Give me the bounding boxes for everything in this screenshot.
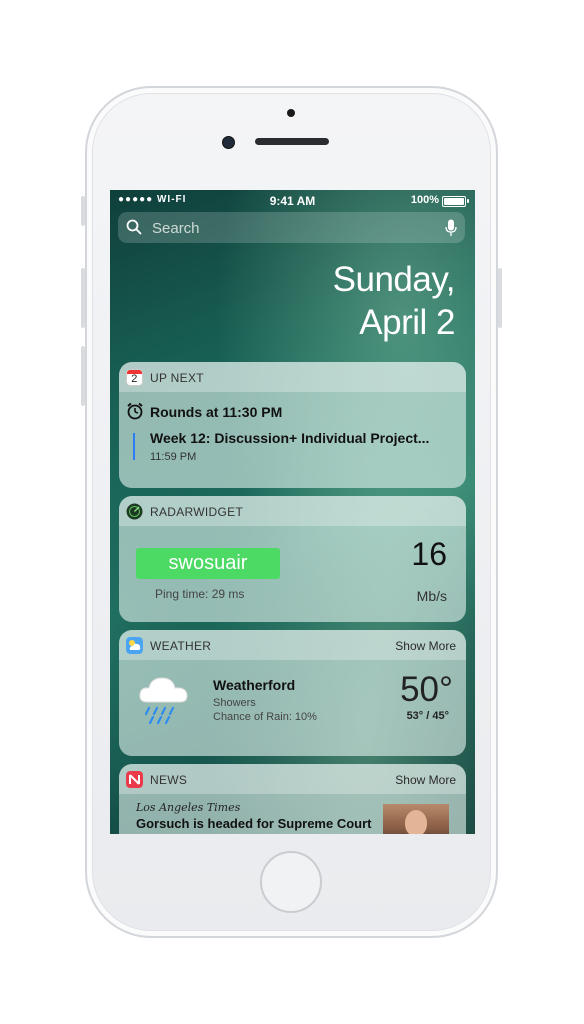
radar-widget[interactable]: RADARWIDGET swosuair Ping time: 29 ms 16… [119, 496, 466, 622]
battery-icon [442, 196, 469, 207]
news-headline[interactable]: Gorsuch is headed for Supreme Court [136, 816, 372, 831]
ping-time: Ping time: 29 ms [155, 587, 245, 601]
show-more-button[interactable]: Show More [395, 773, 456, 787]
home-button[interactable] [260, 851, 322, 913]
search-icon [126, 219, 142, 235]
high-low-temperature: 53° / 45° [406, 710, 449, 722]
date-day: April 2 [359, 303, 455, 342]
rain-chance: Chance of Rain: 10% [213, 711, 317, 723]
weather-app-icon [126, 637, 143, 654]
widget-title: NEWS [150, 773, 188, 787]
event-color-bar [133, 433, 135, 460]
news-thumbnail[interactable] [383, 804, 449, 834]
event-time: 11:59 PM [150, 451, 197, 463]
date-weekday: Sunday, [332, 260, 456, 299]
calendar-icon-day: 2 [131, 373, 138, 385]
news-publication: Los Angeles Times [136, 801, 241, 814]
mute-switch[interactable] [81, 196, 85, 226]
microphone-icon[interactable] [445, 219, 457, 237]
search-input[interactable] [150, 212, 434, 245]
search-bar[interactable] [118, 212, 465, 245]
current-temperature: 50° [400, 670, 453, 709]
network-name-badge: swosuair [136, 548, 280, 579]
widget-title: RADARWIDGET [150, 505, 244, 519]
proximity-sensor [287, 109, 295, 117]
battery-fill [444, 198, 464, 205]
weather-city: Weatherford [213, 677, 296, 693]
alarm-clock-icon [127, 402, 143, 420]
show-more-button[interactable]: Show More [395, 639, 456, 653]
power-button[interactable] [498, 268, 502, 328]
event-title[interactable]: Rounds at 11:30 PM [150, 404, 282, 420]
volume-up-button[interactable] [81, 268, 85, 328]
widget-title: UP NEXT [150, 371, 204, 385]
widget-header: NEWS Show More [119, 764, 466, 794]
earpiece-speaker [255, 138, 329, 145]
rain-cloud-icon [139, 677, 188, 725]
widget-header: RADARWIDGET [119, 496, 466, 526]
calendar-icon: 2 [126, 369, 143, 386]
front-camera [222, 136, 235, 149]
event-title[interactable]: Week 12: Discussion+ Individual Project.… [150, 430, 429, 446]
weather-widget[interactable]: WEATHER Show More Weatherford Showers Ch… [119, 630, 466, 756]
volume-down-button[interactable] [81, 346, 85, 406]
news-widget[interactable]: NEWS Show More Los Angeles Times Gorsuch… [119, 764, 466, 834]
date-display: Sunday, April 2 [332, 258, 456, 344]
battery-percent: 100% [410, 194, 439, 206]
news-app-icon [126, 771, 143, 788]
radar-icon [126, 503, 143, 520]
widget-header: WEATHER Show More [119, 630, 466, 660]
up-next-widget[interactable]: 2 UP NEXT Rounds at 11:30 PM Week 12: Di… [119, 362, 466, 488]
speed-unit: Mb/s [416, 588, 447, 604]
screen: ●●●●● WI-FI 9:41 AM 100% Sunday, April 2… [110, 190, 475, 834]
widget-header: 2 UP NEXT [119, 362, 466, 392]
weather-condition: Showers [213, 697, 256, 709]
widget-title: WEATHER [150, 639, 212, 653]
status-bar: ●●●●● WI-FI 9:41 AM 100% [110, 190, 475, 210]
speed-value: 16 [411, 536, 447, 572]
